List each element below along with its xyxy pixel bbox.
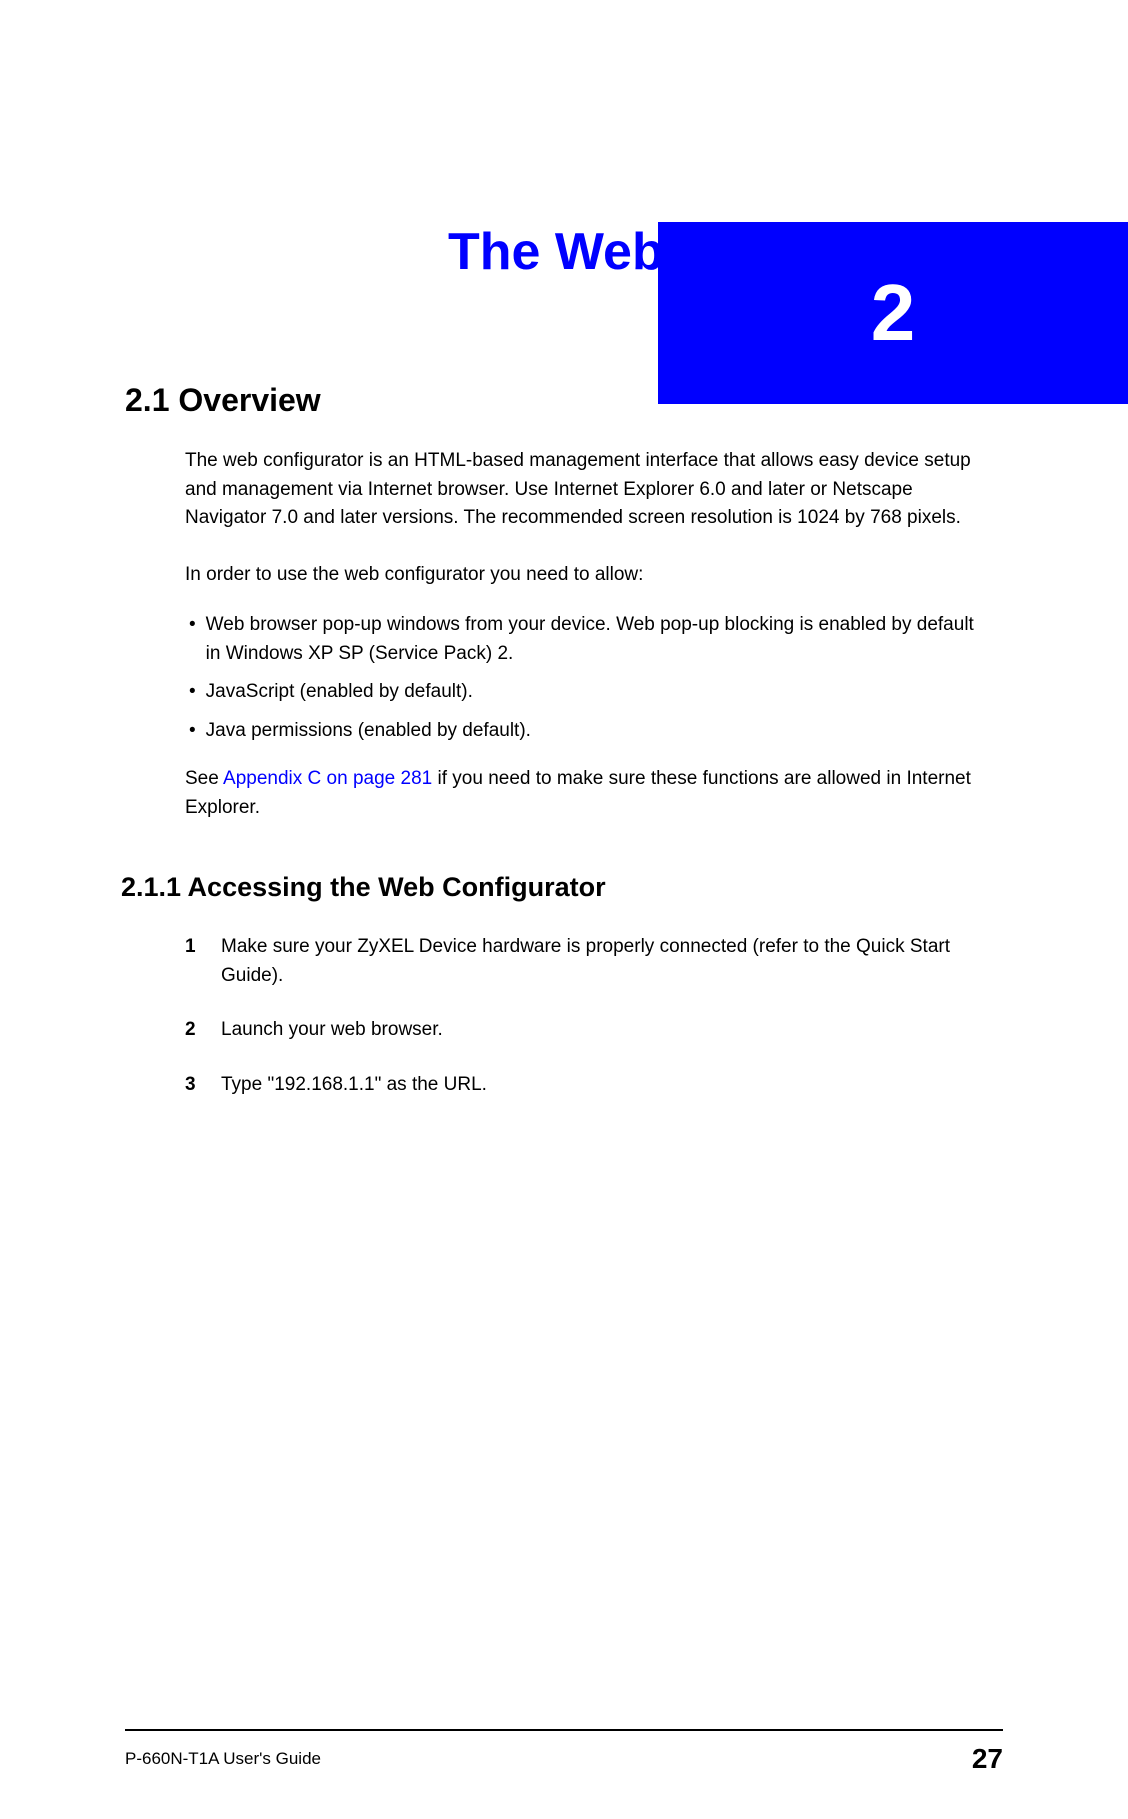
requirements-bullet-list: • Web browser pop-up windows from your d… — [185, 611, 985, 745]
chapter-number-tab: 2 — [658, 222, 1128, 404]
overview-paragraph-1: The web configurator is an HTML-based ma… — [185, 447, 985, 533]
step-number: 3 — [185, 1071, 221, 1100]
step-text: Make sure your ZyXEL Device hardware is … — [221, 933, 985, 990]
bullet-icon: • — [189, 678, 196, 707]
chapter-prefix-label: CHAPTER — [528, 310, 648, 336]
bullet-item: • Web browser pop-up windows from your d… — [185, 611, 985, 668]
bullet-text: Web browser pop-up windows from your dev… — [206, 611, 985, 668]
bullet-icon: • — [189, 611, 196, 640]
footer-guide-name: P-660N-T1A User's Guide — [125, 1749, 321, 1769]
steps-list: 1 Make sure your ZyXEL Device hardware i… — [185, 933, 985, 1099]
step-number: 2 — [185, 1016, 221, 1045]
step-item: 3 Type "192.168.1.1" as the URL. — [185, 1071, 985, 1100]
bullet-text: Java permissions (enabled by default). — [206, 717, 985, 746]
step-item: 1 Make sure your ZyXEL Device hardware i… — [185, 933, 985, 990]
step-text: Type "192.168.1.1" as the URL. — [221, 1071, 985, 1100]
footer-page-number: 27 — [972, 1743, 1003, 1775]
step-item: 2 Launch your web browser. — [185, 1016, 985, 1045]
step-text: Launch your web browser. — [221, 1016, 985, 1045]
see-reference-text: See Appendix C on page 281 if you need t… — [185, 765, 985, 822]
bullet-icon: • — [189, 717, 196, 746]
bullet-text: JavaScript (enabled by default). — [206, 678, 985, 707]
step-number: 1 — [185, 933, 221, 962]
page-footer: P-660N-T1A User's Guide 27 — [125, 1729, 1003, 1775]
subsection-heading-accessing: 2.1.1 Accessing the Web Configurator — [121, 872, 1003, 903]
bullet-item: • Java permissions (enabled by default). — [185, 717, 985, 746]
bullet-item: • JavaScript (enabled by default). — [185, 678, 985, 707]
overview-paragraph-2: In order to use the web configurator you… — [185, 561, 985, 590]
appendix-link[interactable]: Appendix C on page 281 — [223, 768, 432, 789]
document-page: CHAPTER 2 The Web Configurator 2.1 Overv… — [0, 222, 1128, 1819]
see-prefix: See — [185, 768, 223, 789]
